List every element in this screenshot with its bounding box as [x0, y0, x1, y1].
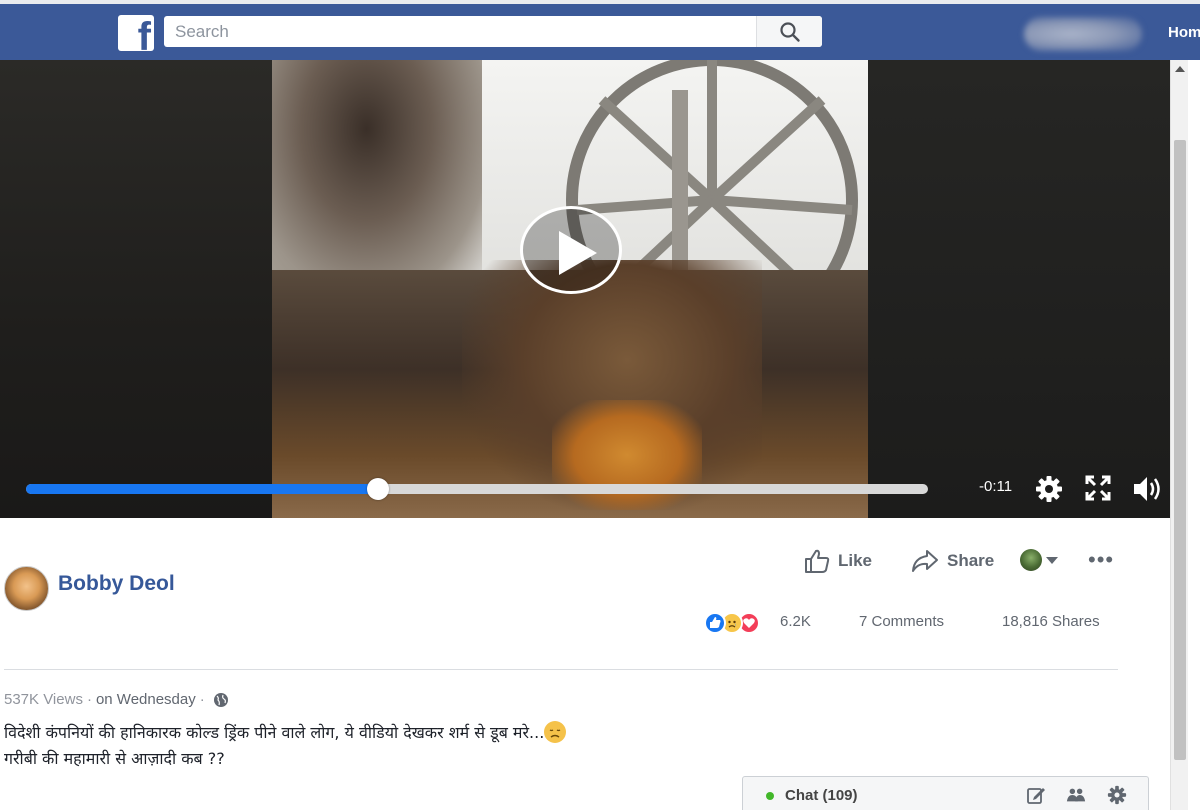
- scene-person: [272, 60, 482, 290]
- volume-button[interactable]: [1132, 474, 1162, 504]
- compose-icon[interactable]: [1026, 785, 1046, 805]
- meta-separator-2: ·: [199, 691, 205, 708]
- scroll-up-arrow-icon[interactable]: [1175, 66, 1185, 72]
- post-date[interactable]: on Wednesday: [96, 691, 196, 708]
- share-as-menu[interactable]: [1020, 549, 1058, 571]
- caption-line-1-text: विदेशी कंपनियों की हानिकारक कोल्ड ड्रिंक…: [4, 723, 545, 742]
- scrollbar[interactable]: [1170, 60, 1188, 810]
- share-arrow-icon: [912, 550, 938, 572]
- share-avatar: [1020, 549, 1042, 571]
- search-icon: [780, 22, 800, 42]
- post-caption: विदेशी कंपनियों की हानिकारक कोल्ड ड्रिंक…: [4, 720, 567, 772]
- gear-icon: [1036, 476, 1062, 502]
- scroll-thumb[interactable]: [1174, 140, 1186, 760]
- comments-count[interactable]: 7 Comments: [859, 613, 944, 630]
- like-button[interactable]: Like: [804, 548, 872, 574]
- search-input[interactable]: [164, 16, 758, 47]
- play-icon: [559, 231, 597, 275]
- online-status-icon: [766, 792, 774, 800]
- divider: [4, 669, 1118, 670]
- search-button[interactable]: [756, 16, 822, 47]
- profile-avatar-blurred[interactable]: [1024, 17, 1142, 51]
- chevron-down-icon: [1046, 556, 1058, 564]
- reactions-summary[interactable]: [704, 612, 760, 634]
- post-meta: 537K Views · on Wednesday ·: [4, 691, 229, 708]
- settings-button[interactable]: [1034, 474, 1064, 504]
- scene-background: [422, 60, 868, 346]
- share-label: Share: [947, 551, 995, 570]
- group-icon[interactable]: [1066, 785, 1086, 805]
- like-reaction-icon: [704, 612, 726, 634]
- author-avatar[interactable]: [4, 566, 49, 611]
- facebook-logo-icon[interactable]: f: [118, 15, 154, 51]
- time-remaining: -0:11: [979, 478, 1013, 495]
- chat-settings-gear-icon[interactable]: [1107, 785, 1127, 805]
- search-box: [164, 16, 822, 47]
- fullscreen-button[interactable]: [1084, 474, 1114, 504]
- author-name[interactable]: Bobby Deol: [58, 572, 175, 596]
- video-blur-left: [0, 60, 272, 518]
- progress-fill: [26, 484, 378, 494]
- meta-separator: ·: [86, 691, 92, 708]
- caption-line-2: गरीबी की महामारी से आज़ादी कब ??: [4, 749, 225, 768]
- home-link[interactable]: Home: [1168, 24, 1200, 41]
- chat-bar[interactable]: Chat (109): [742, 776, 1149, 810]
- top-bar: f Home: [0, 0, 1200, 60]
- shares-count[interactable]: 18,816 Shares: [1002, 613, 1100, 630]
- views-count: 537K Views: [4, 691, 83, 708]
- video-blur-right: [868, 60, 1170, 518]
- page: f Home: [0, 0, 1200, 810]
- disappointed-face-icon: [544, 721, 567, 743]
- like-label: Like: [838, 551, 873, 570]
- caption-line-1: विदेशी कंपनियों की हानिकारक कोल्ड ड्रिंक…: [4, 720, 567, 746]
- video-player[interactable]: -0:11: [0, 60, 1170, 518]
- volume-icon: [1134, 477, 1160, 501]
- play-button[interactable]: [520, 206, 622, 294]
- share-button[interactable]: Share: [911, 548, 994, 574]
- globe-icon: [213, 692, 228, 707]
- more-options-icon[interactable]: •••: [1088, 549, 1114, 571]
- progress-knob[interactable]: [367, 478, 389, 500]
- fullscreen-icon: [1085, 475, 1111, 501]
- chat-label[interactable]: Chat (109): [785, 787, 858, 804]
- reactions-count[interactable]: 6.2K: [780, 613, 811, 630]
- thumbs-up-icon: [805, 549, 830, 573]
- progress-bar[interactable]: [26, 478, 928, 500]
